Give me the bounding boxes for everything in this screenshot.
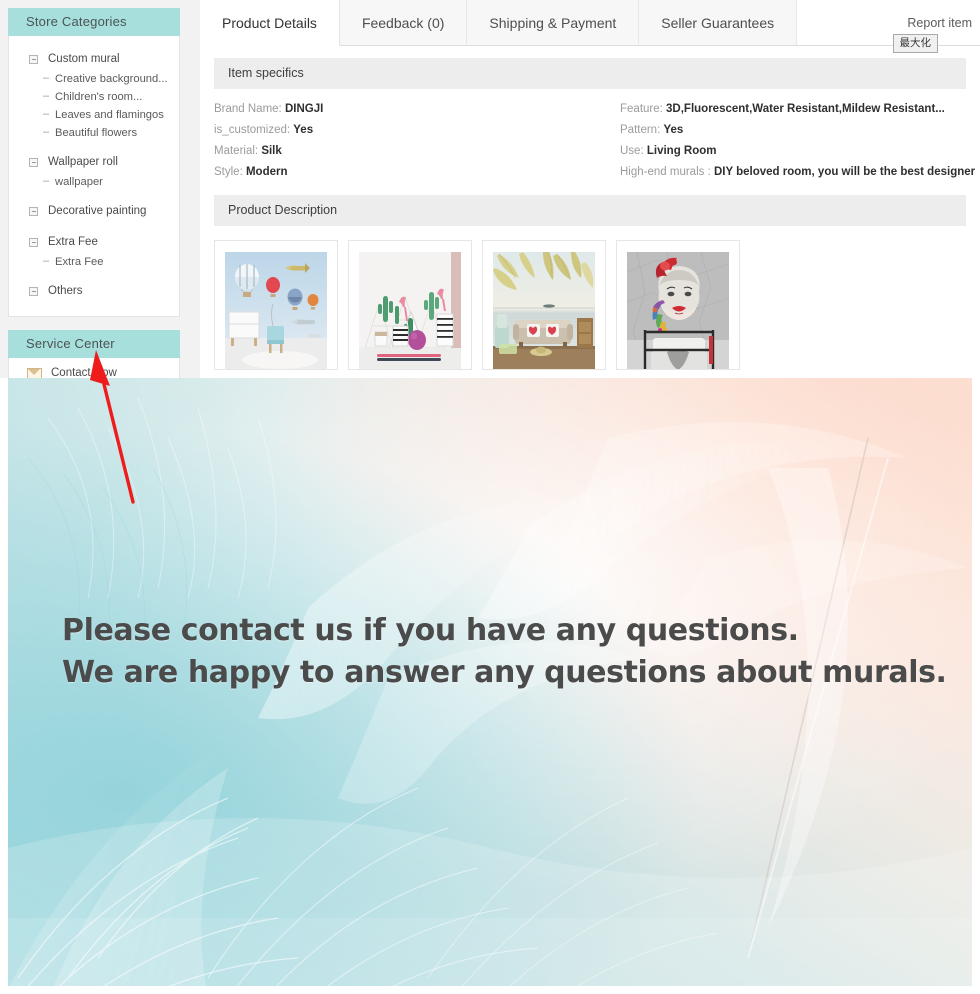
banner-message: Please contact us if you have any questi… xyxy=(62,610,947,694)
sidebar-item-custom-mural[interactable]: Custom mural xyxy=(9,48,179,70)
sidebar-subitem-leaves-and-flamingos[interactable]: Leaves and flamingos xyxy=(9,106,179,124)
spec-label: Feature: xyxy=(620,103,663,115)
spec-material: Material: Silk xyxy=(214,141,590,162)
tree-node-icon[interactable] xyxy=(29,157,38,167)
tree-node-icon[interactable] xyxy=(29,286,38,296)
spec-pattern: Pattern: Yes xyxy=(620,120,966,141)
marilyn-monroe-graffiti-mural-image xyxy=(627,252,729,369)
sidebar-item-wallpaper-roll[interactable]: Wallpaper roll xyxy=(9,151,179,173)
category-label: Custom mural xyxy=(48,53,120,65)
service-center-panel: Service Center Contact Now xyxy=(8,330,180,378)
item-specifics-table: Brand Name: DINGJI is_customized: Yes Ma… xyxy=(200,89,980,183)
banner-line-1: Please contact us if you have any questi… xyxy=(62,613,799,648)
tab-feedback[interactable]: Feedback (0) xyxy=(339,0,468,46)
tab-bar: Product Details Feedback (0) Shipping & … xyxy=(200,0,980,53)
nursery-hot-air-balloons-mural-image xyxy=(225,252,327,369)
tab-seller-guarantees[interactable]: Seller Guarantees xyxy=(639,0,798,46)
tree-node-icon[interactable] xyxy=(29,237,38,247)
cactus-flamingo-nordic-mural-image xyxy=(359,252,461,369)
thumbnail-item[interactable] xyxy=(214,240,338,370)
sidebar-subitem-wallpaper[interactable]: wallpaper xyxy=(9,173,179,191)
tropical-palm-leaves-seaview-mural-image xyxy=(493,252,595,369)
thumbnail-item[interactable] xyxy=(616,240,740,370)
category-label: Extra Fee xyxy=(48,236,98,248)
spec-is-customized: is_customized: Yes xyxy=(214,120,590,141)
spec-style: Style: Modern xyxy=(214,162,590,183)
spec-feature: Feature: 3D,Fluorescent,Water Resistant,… xyxy=(620,99,966,120)
sidebar-subitem-childrens-room[interactable]: Children's room... xyxy=(9,88,179,106)
specs-right-column: Feature: 3D,Fluorescent,Water Resistant,… xyxy=(590,99,975,183)
spec-high-end-murals: High-end murals : DIY beloved room, you … xyxy=(620,162,975,183)
maximize-tooltip: 最大化 xyxy=(892,34,938,53)
spec-label: Brand Name: xyxy=(214,103,282,115)
spec-value: Modern xyxy=(245,166,288,178)
spec-value: Yes xyxy=(293,124,314,136)
thumbnail-item[interactable] xyxy=(482,240,606,370)
spec-label: Use: xyxy=(620,145,644,157)
contact-now-label: Contact Now xyxy=(51,367,117,378)
sidebar-item-others[interactable]: Others xyxy=(9,280,179,302)
tab-product-details[interactable]: Product Details xyxy=(200,0,340,46)
spec-value: DIY beloved room, you will be the best d… xyxy=(713,166,976,178)
spec-label: Style: xyxy=(214,166,243,178)
spec-label: Material: xyxy=(214,145,259,157)
contact-banner: Please contact us if you have any questi… xyxy=(8,378,972,986)
envelope-icon xyxy=(27,367,42,378)
tree-node-icon[interactable] xyxy=(29,206,38,216)
spec-value: DINGJI xyxy=(284,103,324,115)
contact-now-button[interactable]: Contact Now xyxy=(9,358,179,378)
sidebar-subitem-extra-fee[interactable]: Extra Fee xyxy=(9,253,179,271)
store-categories-panel: Store Categories Custom mural Creative b… xyxy=(8,8,180,317)
category-label: Others xyxy=(48,285,83,297)
tab-shipping-payment[interactable]: Shipping & Payment xyxy=(467,0,640,46)
spec-value: Yes xyxy=(663,124,684,136)
item-specifics-header: Item specifics xyxy=(214,58,966,89)
banner-line-2: We are happy to answer any questions abo… xyxy=(62,655,947,690)
sidebar-subitem-creative-background[interactable]: Creative background... xyxy=(9,70,179,88)
service-center-title: Service Center xyxy=(8,330,180,358)
spec-label: High-end murals : xyxy=(620,166,711,178)
specs-left-column: Brand Name: DINGJI is_customized: Yes Ma… xyxy=(214,99,590,183)
sidebar-item-decorative-painting[interactable]: Decorative painting xyxy=(9,200,179,222)
thumbnail-item[interactable] xyxy=(348,240,472,370)
spec-value: 3D,Fluorescent,Water Resistant,Mildew Re… xyxy=(666,103,945,115)
sidebar: Store Categories Custom mural Creative b… xyxy=(8,8,180,378)
page-root: Store Categories Custom mural Creative b… xyxy=(0,0,980,994)
category-label: Decorative painting xyxy=(48,205,147,217)
category-label: Wallpaper roll xyxy=(48,156,118,168)
category-tree: Custom mural Creative background... Chil… xyxy=(9,36,179,316)
spec-value: Living Room xyxy=(646,145,717,157)
spec-brand-name: Brand Name: DINGJI xyxy=(214,99,590,120)
spec-value: Silk xyxy=(261,145,282,157)
sidebar-subitem-beautiful-flowers[interactable]: Beautiful flowers xyxy=(9,124,179,142)
product-description-header: Product Description xyxy=(214,195,966,226)
spec-label: Pattern: xyxy=(620,124,661,136)
product-detail-area: Store Categories Custom mural Creative b… xyxy=(0,0,980,378)
spec-use: Use: Living Room xyxy=(620,141,966,162)
main-content-panel: Product Details Feedback (0) Shipping & … xyxy=(200,0,980,378)
thumbnail-gallery xyxy=(200,226,980,370)
store-categories-title: Store Categories xyxy=(8,8,180,36)
tree-node-icon[interactable] xyxy=(29,54,38,64)
sidebar-item-extra-fee[interactable]: Extra Fee xyxy=(9,231,179,253)
spec-label: is_customized: xyxy=(214,124,291,136)
